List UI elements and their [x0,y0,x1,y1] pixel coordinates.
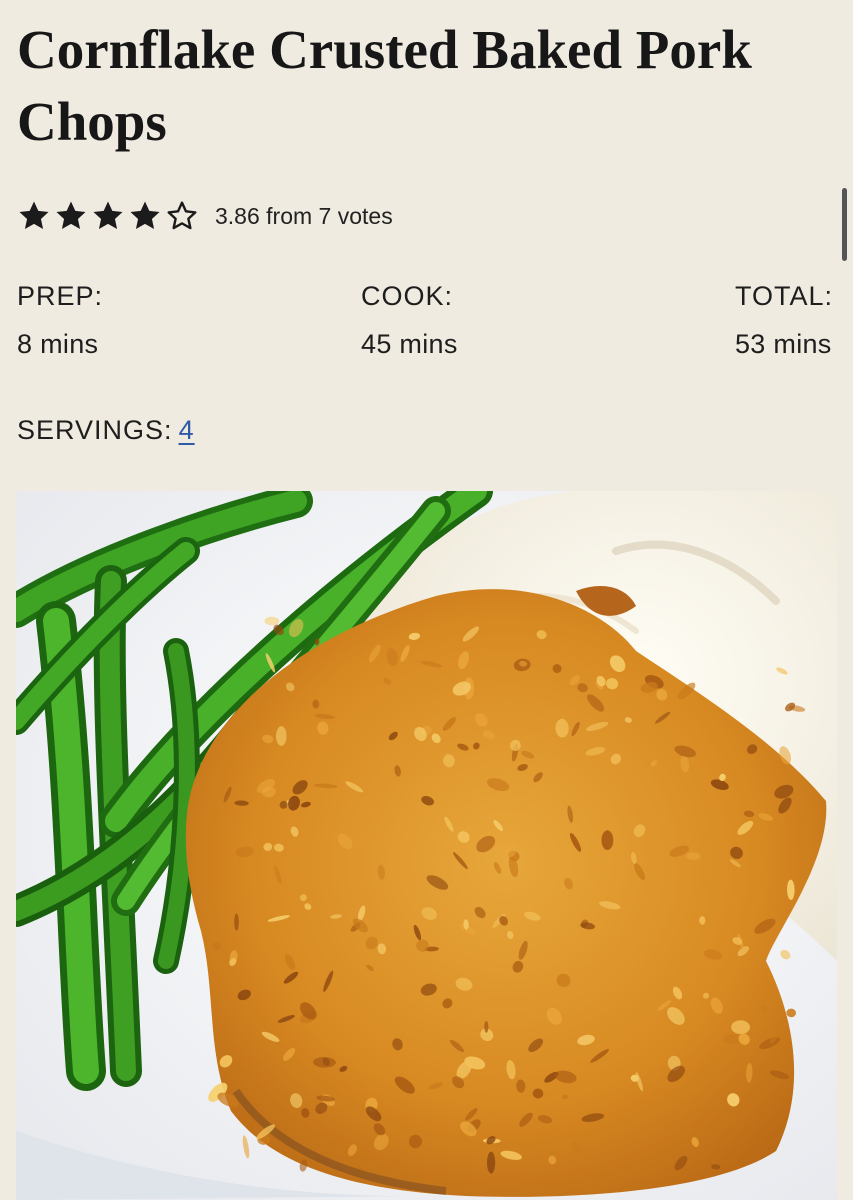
cook-time-label: COOK: [361,281,454,311]
total-time-label: TOTAL: [734,281,833,311]
star-outline-icon[interactable] [165,199,199,233]
recipe-photo [16,491,837,1200]
rating-stars[interactable] [17,199,202,233]
star-filled-icon[interactable] [91,199,125,233]
page-scrollbar[interactable] [842,188,847,261]
prep-time-value: 8 mins [17,329,99,359]
prep-time-label: PREP: [17,281,104,311]
rating-summary: 3.86 from 7 votes [215,202,393,229]
recipe-rating[interactable]: 3.86 from 7 votes [17,196,393,236]
servings-adjust-link[interactable]: 4 [179,415,195,445]
pork-chop-photo-illustration [16,491,837,1200]
star-filled-icon[interactable] [17,199,51,233]
cook-time-value: 45 mins [361,329,458,359]
prep-time: PREP: 8 mins [17,276,103,364]
star-filled-icon[interactable] [54,199,88,233]
servings-label: SERVINGS: [17,415,173,445]
total-time: TOTAL: 53 mins [735,276,833,364]
star-filled-icon[interactable] [128,199,162,233]
total-time-value: 53 mins [734,329,832,359]
servings: SERVINGS: 4 [17,410,195,450]
recipe-title: Cornflake Crusted Baked Pork Chops [17,19,752,152]
cook-time: COOK: 45 mins [361,276,458,364]
